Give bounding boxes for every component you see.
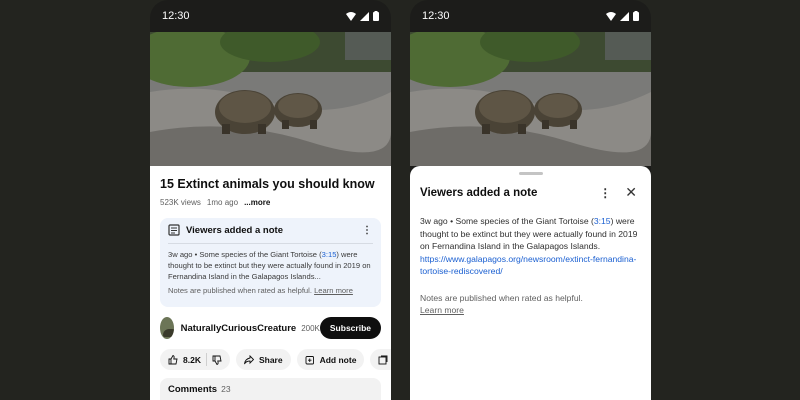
like-dislike-button[interactable]: 8.2K: [160, 349, 230, 370]
source-link[interactable]: https://www.galapagos.org/newsroom/extin…: [420, 254, 636, 277]
status-bar: 12:30: [410, 0, 651, 32]
comments-label: Comments: [168, 384, 218, 395]
thumbs-down-icon[interactable]: [212, 355, 222, 365]
sheet-title: Viewers added a note: [420, 186, 538, 199]
sheet-drag-handle[interactable]: [518, 172, 543, 175]
status-bar: 12:30: [150, 0, 391, 32]
more-vert-icon[interactable]: ⋮: [362, 225, 372, 236]
video-thumbnail: [410, 32, 651, 166]
like-count: 8.2K: [183, 354, 201, 365]
share-label: Share: [258, 354, 283, 365]
add-note-label: Add note: [319, 354, 357, 365]
signal-icon: [360, 11, 369, 21]
video-title: 15 Extinct animals you should know: [160, 177, 375, 191]
phone-screen-left: 12:30 15 Extinct animals you should know…: [150, 0, 391, 400]
video-details: 15 Extinct animals you should know 523K …: [150, 166, 391, 400]
video-player[interactable]: [150, 32, 391, 166]
view-count: 523K views: [160, 198, 201, 207]
note-icon: [168, 224, 180, 236]
save-icon: [378, 355, 388, 364]
note-footer: Notes are published when rated as helpfu…: [168, 286, 353, 295]
more-link[interactable]: ...more: [244, 198, 270, 207]
learn-more-link[interactable]: Learn more: [314, 286, 353, 295]
divider: [205, 353, 207, 366]
subscriber-count: 200K: [301, 323, 320, 333]
add-note-icon: [305, 355, 314, 364]
battery-icon: [633, 11, 639, 21]
upload-age: 1mo ago: [206, 198, 239, 207]
sheet-timestamp-link[interactable]: 3:15: [594, 216, 611, 226]
share-button[interactable]: Share: [235, 349, 291, 370]
battery-icon: [373, 11, 379, 21]
divider: [168, 243, 373, 244]
wifi-icon: [606, 11, 616, 21]
note-timestamp-link[interactable]: 3:15: [322, 250, 337, 259]
avatar[interactable]: [160, 317, 174, 339]
action-bar: 8.2K Share Add note Sa: [160, 349, 391, 370]
sheet-footer: Notes are published when rated as helpfu…: [420, 292, 641, 317]
close-icon[interactable]: ✕: [625, 184, 637, 201]
note-text: 3w ago • Some species of the Giant Torto…: [168, 250, 371, 281]
video-thumbnail: [150, 32, 391, 166]
channel-row: NaturallyCuriousCreature 200K Subscribe: [160, 317, 381, 339]
thumbs-up-icon[interactable]: [168, 354, 178, 365]
save-button[interactable]: Sa: [370, 349, 391, 370]
status-time: 12:30: [162, 10, 190, 22]
add-note-button[interactable]: Add note: [296, 349, 365, 370]
note-heading: Viewers added a note: [186, 224, 283, 236]
video-player[interactable]: [410, 32, 651, 166]
learn-more-link[interactable]: Learn more: [420, 304, 641, 317]
status-time: 12:30: [422, 10, 450, 22]
note-bottom-sheet: Viewers added a note ⋮ ✕ 3w ago • Some s…: [410, 166, 651, 400]
subscribe-button[interactable]: Subscribe: [319, 317, 381, 339]
video-meta: 523K views 1mo ago ...more: [160, 198, 381, 207]
comments-count: 23: [221, 384, 231, 394]
signal-icon: [620, 11, 629, 21]
phone-screen-right: 12:30 Viewers added a note ⋮ ✕ 3w ago • …: [410, 0, 651, 400]
comments-section[interactable]: Comments 23: [160, 378, 381, 400]
viewer-note-card[interactable]: Viewers added a note ⋮ 3w ago • Some spe…: [160, 218, 381, 307]
share-icon: [244, 354, 254, 364]
sheet-note-text: 3w ago • Some species of the Giant Torto…: [420, 216, 638, 277]
channel-name[interactable]: NaturallyCuriousCreature: [181, 323, 297, 334]
wifi-icon: [346, 11, 356, 21]
more-vert-icon[interactable]: ⋮: [599, 186, 611, 200]
